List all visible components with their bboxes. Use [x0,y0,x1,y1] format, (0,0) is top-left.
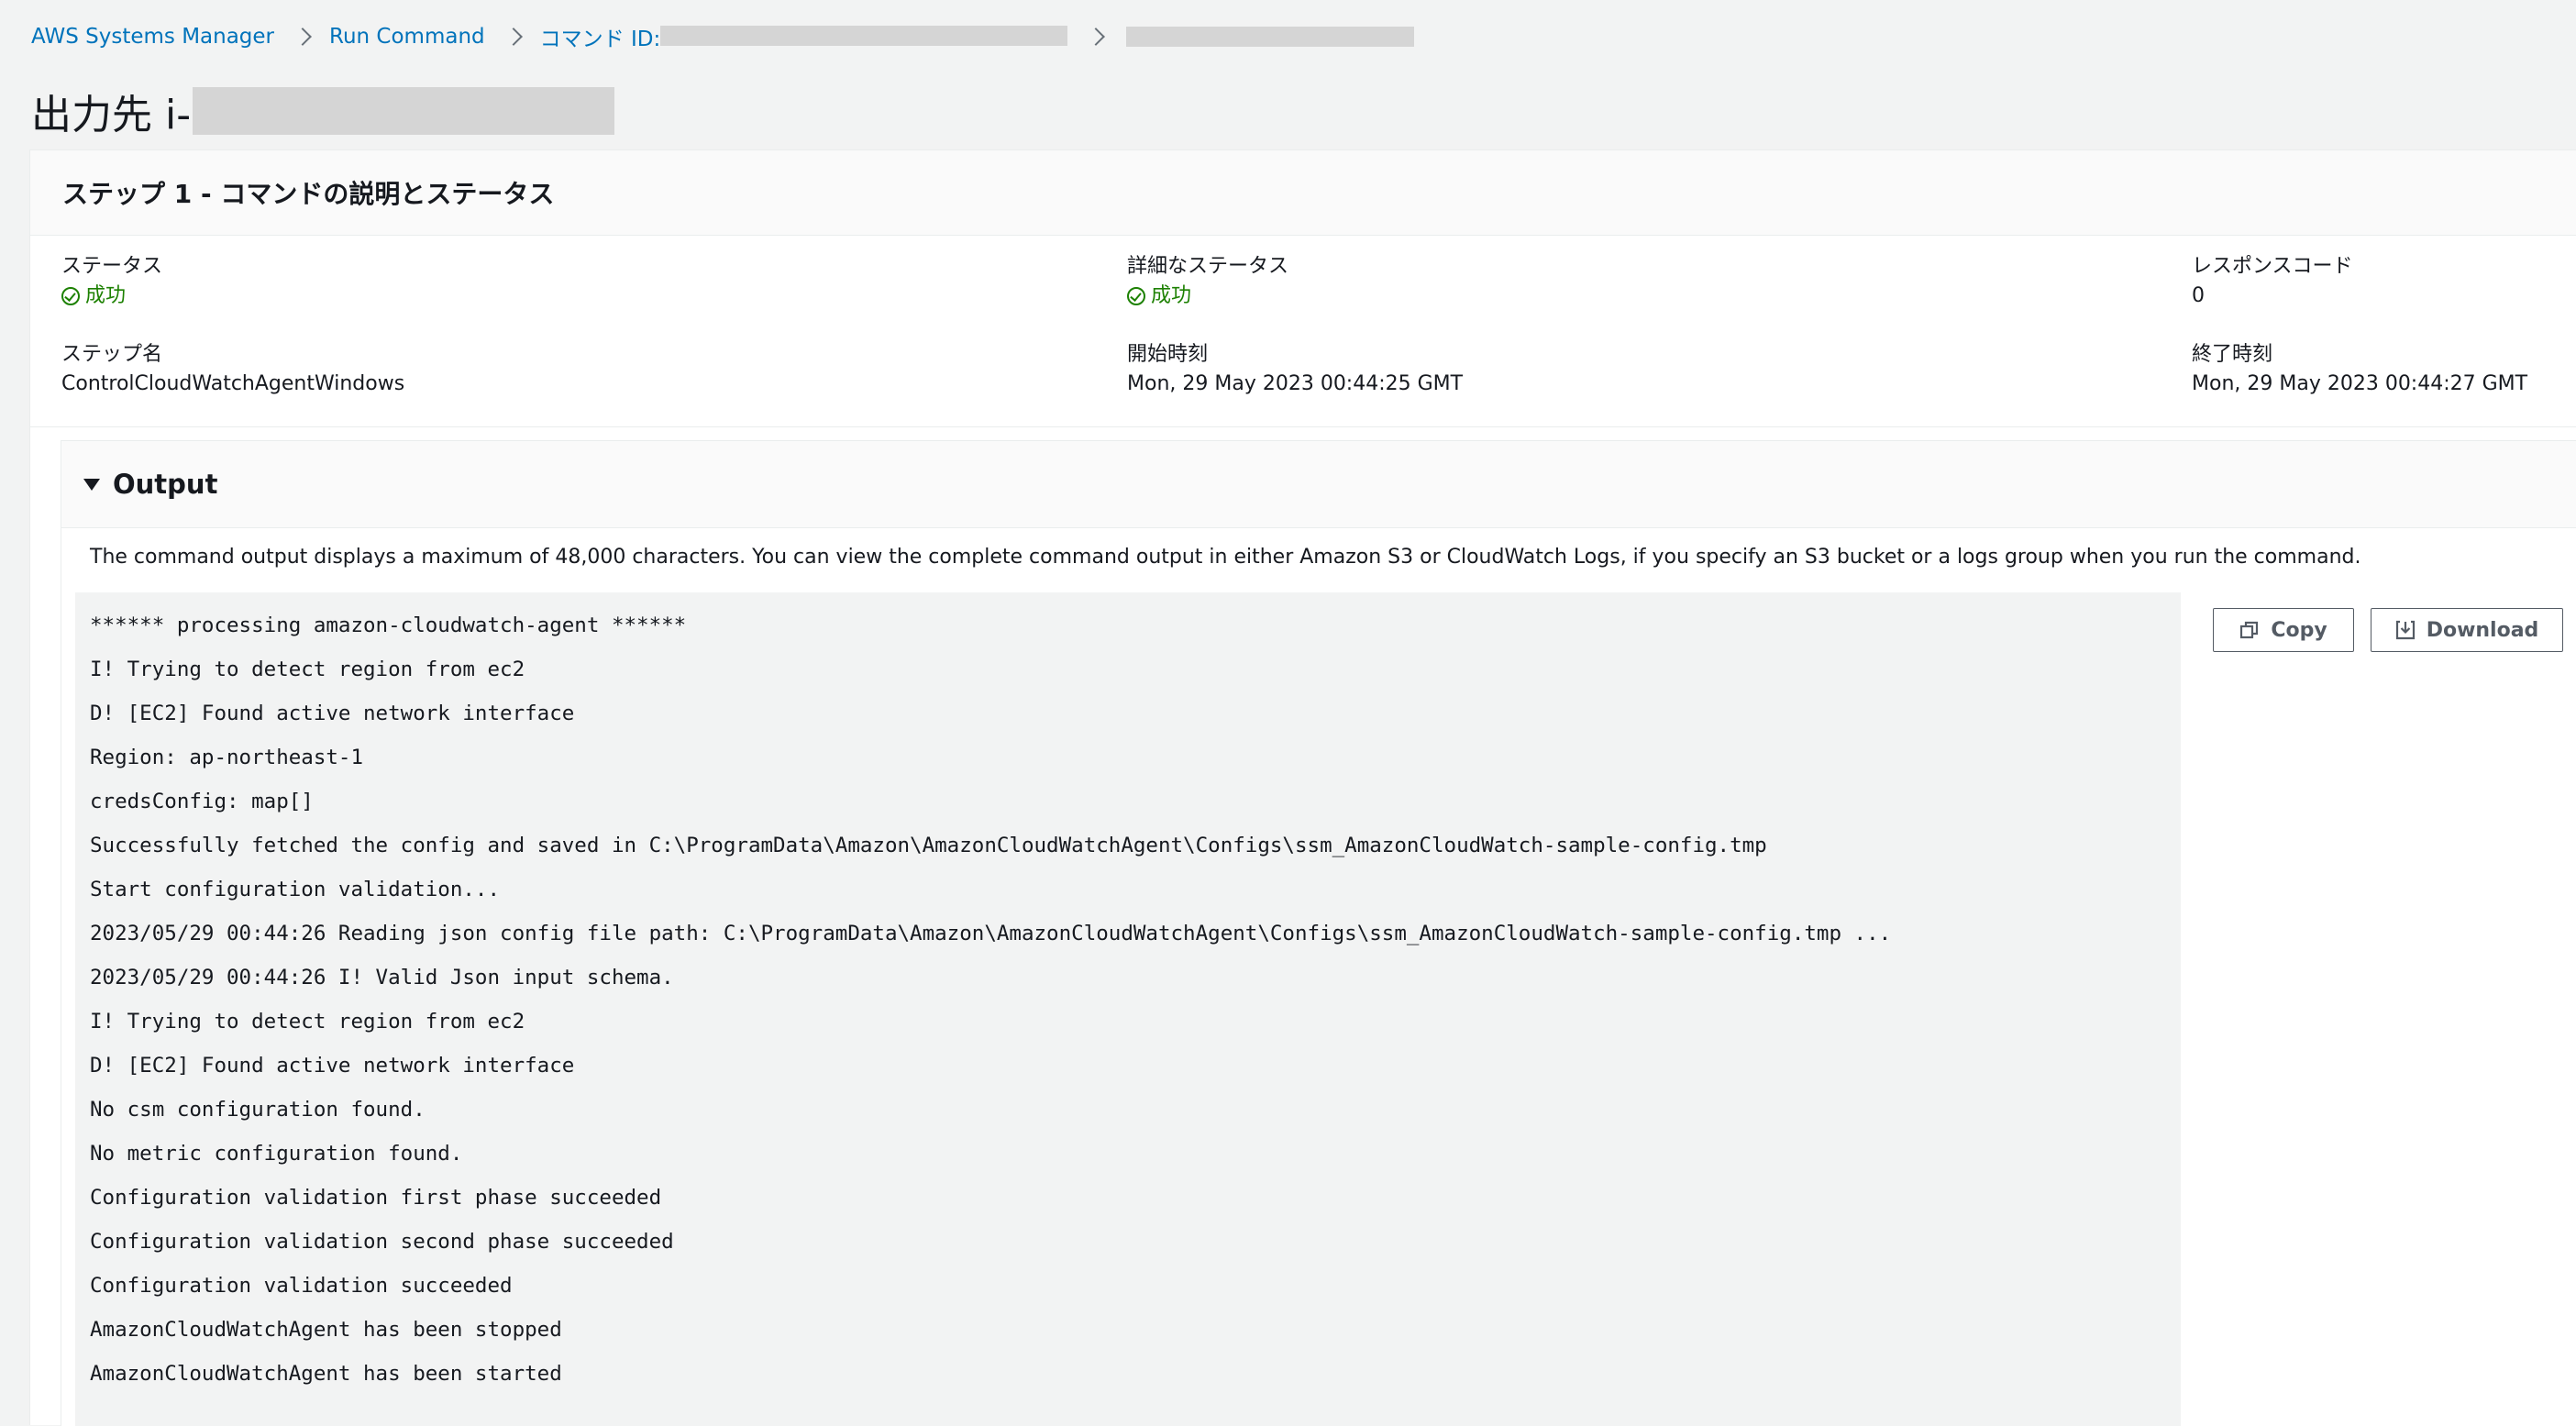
output-line: AmazonCloudWatchAgent has been stopped [90,1318,562,1342]
start-time-value: Mon, 29 May 2023 00:44:25 GMT [1127,372,1464,395]
start-time-label: 開始時刻 [1127,343,1209,366]
output-line: D! [EC2] Found active network interface [90,702,575,725]
detail-status-value-text: 成功 [1151,284,1192,307]
chevron-right-icon [293,28,312,46]
detail-status-field: 詳細なステータス 成功 [1127,253,1288,312]
output-line: Configuration validation succeeded [90,1274,513,1298]
chevron-right-icon [1087,28,1106,46]
download-button[interactable]: Download [2371,608,2563,652]
page-title-text: 出力先 i- [31,92,192,138]
step-header: ステップ 1 - コマンドの説明とステータス [30,150,2576,236]
step-name-label: ステップ名 [61,343,163,366]
output-line: No metric configuration found. [90,1142,463,1166]
step-name-value: ControlCloudWatchAgentWindows [61,372,405,395]
step-header-title: ステップ 1 - コマンドの説明とステータス [62,179,555,209]
breadcrumb: AWS Systems Manager Run Command コマンド ID: [31,20,1415,53]
output-line: 2023/05/29 00:44:26 Reading json config … [90,922,1892,945]
output-line: Successfully fetched the config and save… [90,834,1767,857]
breadcrumb-command-id-label: コマンド ID: [539,28,661,51]
response-code-value: 0 [2192,284,2205,307]
output-line: credsConfig: map[] [90,790,314,813]
page-title: 出力先 i- [31,83,615,139]
copy-icon [2240,621,2259,639]
breadcrumb-run-command-link[interactable]: Run Command [329,25,485,49]
output-line: D! [EC2] Found active network interface [90,1054,575,1078]
breadcrumb-command-id-link[interactable]: コマンド ID: [540,21,1068,52]
output-line: ****** processing amazon-cloudwatch-agen… [90,614,687,637]
step-name-field: ステップ名 ControlCloudWatchAgentWindows [61,341,404,400]
output-line: No csm configuration found. [90,1098,426,1122]
end-time-label: 終了時刻 [2192,343,2273,366]
status-field: ステータス 成功 [61,253,162,312]
end-time-field: 終了時刻 Mon, 29 May 2023 00:44:27 GMT [2192,341,2527,400]
detail-status-label: 詳細なステータス [1127,255,1289,278]
output-line: 2023/05/29 00:44:26 I! Valid Json input … [90,966,674,989]
caret-down-icon [83,478,100,491]
status-value: 成功 [61,281,162,312]
output-line: Region: ap-northeast-1 [90,746,364,769]
output-line: Start configuration validation... [90,878,501,901]
response-code-field: レスポンスコード 0 [2192,253,2353,312]
check-circle-icon [61,287,80,305]
copy-button-label: Copy [2271,618,2327,642]
redacted-instance-crumb [1126,27,1415,47]
output-title: Output [113,469,218,500]
output-line: AmazonCloudWatchAgent has been started [90,1362,562,1386]
start-time-field: 開始時刻 Mon, 29 May 2023 00:44:25 GMT [1127,341,1463,400]
detail-status-value: 成功 [1127,281,1288,312]
redacted-command-id [660,26,1068,46]
output-line: I! Trying to detect region from ec2 [90,1010,525,1034]
status-label: ステータス [61,255,163,278]
output-note: The command output displays a maximum of… [90,546,2361,569]
output-line: I! Trying to detect region from ec2 [90,658,525,681]
output-panel: Output The command output displays a max… [61,440,2576,1426]
command-output: ****** processing amazon-cloudwatch-agen… [75,592,2181,1426]
response-code-label: レスポンスコード [2192,255,2353,278]
output-line: Configuration validation second phase su… [90,1230,674,1254]
breadcrumb-systems-manager-link[interactable]: AWS Systems Manager [31,25,274,49]
output-expand-toggle[interactable]: Output [61,441,2576,528]
chevron-right-icon [503,28,523,46]
redacted-instance-id [193,87,615,135]
copy-button[interactable]: Copy [2213,608,2354,652]
end-time-value: Mon, 29 May 2023 00:44:27 GMT [2192,372,2528,395]
status-value-text: 成功 [85,284,127,307]
download-icon [2395,620,2415,640]
check-circle-icon [1127,287,1145,305]
download-button-label: Download [2426,618,2539,642]
output-line: Configuration validation first phase suc… [90,1186,662,1210]
